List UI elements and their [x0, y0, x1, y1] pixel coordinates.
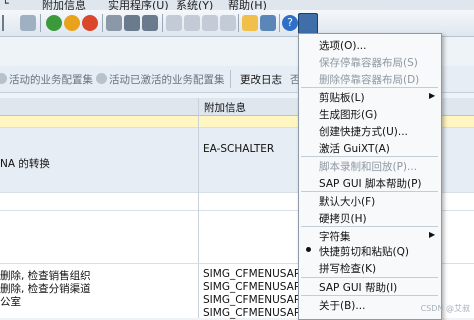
column-divider: [198, 98, 199, 318]
submenu-arrow-icon: ▶: [429, 230, 436, 239]
menu-item-script-recording: 脚本录制和回放(P)...: [319, 161, 418, 173]
customize-layout-icon[interactable]: [298, 13, 318, 35]
print-icon[interactable]: [106, 15, 122, 31]
menu-item-hardcopy[interactable]: 硬拷贝(H): [319, 211, 367, 226]
menu-item-generate-graphic[interactable]: 生成图形(G): [319, 107, 377, 122]
menu-item-delete-docking-layout: 删除停靠容器布局(D): [319, 74, 420, 86]
menu-item-quick-cut-paste[interactable]: 快捷剪切和粘贴(Q): [319, 244, 409, 259]
menu-separator: [301, 156, 438, 157]
menu-item-about[interactable]: 关于(B)...: [319, 298, 365, 313]
table-cell: SIMG_CFMENUSAPCOV: [203, 294, 298, 306]
menu-item-spell-check[interactable]: 拼写检查(K): [319, 261, 376, 276]
column-header-label: 附加信息: [204, 102, 246, 114]
toolbar-separator: [40, 14, 41, 32]
menu-separator: [301, 191, 438, 192]
save-icon[interactable]: [20, 15, 36, 31]
toolbar-separator: [238, 14, 239, 32]
menu-item-options[interactable]: 选项(O)...: [319, 38, 366, 53]
bc-set-icon: [0, 73, 7, 84]
find-icon[interactable]: [124, 15, 140, 31]
menu-separator: [301, 226, 438, 227]
create-shortcut-icon[interactable]: [260, 15, 276, 31]
find-next-icon[interactable]: [142, 15, 158, 31]
menu-item-create-shortcut[interactable]: 创建快捷方式(U)...: [319, 124, 408, 139]
toolbar-separator: [162, 14, 163, 32]
menu-item-default-size[interactable]: 默认大小(F): [319, 194, 375, 209]
change-log-button[interactable]: 更改日志: [240, 72, 282, 87]
menu-item-character-set[interactable]: 字符集: [319, 229, 351, 244]
exit-icon[interactable]: [64, 15, 80, 31]
chevron-left-icon[interactable]: [2, 15, 10, 31]
previous-page-icon[interactable]: [184, 15, 200, 31]
menu-item-save-docking-layout: 保存停靠容器布局(S): [319, 57, 418, 69]
table-cell: NA 的转换: [0, 158, 50, 170]
watermark-text: CSDN @艾叔: [420, 304, 470, 313]
back-icon[interactable]: [46, 15, 62, 31]
create-session-icon[interactable]: [242, 15, 258, 31]
column-header-left: [0, 98, 198, 116]
table-cell: SIMG_CFMENUSAPCOV: [203, 268, 298, 280]
toolbar-separator: [279, 14, 280, 32]
menu-item-activate-guixt[interactable]: 激活 GuiXT(A): [319, 141, 390, 156]
menu-item-scripting-help[interactable]: SAP GUI 脚本帮助(P): [319, 176, 422, 191]
toolbar-separator: [102, 14, 103, 32]
activated-bc-sets-label: 活动已激活的业务配置集: [109, 74, 225, 86]
next-page-icon[interactable]: [202, 15, 218, 31]
menu-item-clipboard[interactable]: 剪贴板(L): [319, 90, 365, 105]
cancel-icon[interactable]: [82, 15, 98, 31]
checked-bullet-icon: [306, 247, 311, 252]
active-bc-sets-label: 活动的业务配置集: [9, 74, 93, 86]
table-cell: EA-SCHALTER: [203, 143, 275, 155]
table-cell: SIMG_CFMENUSAPCOV: [203, 281, 298, 293]
menu-overflow-icon: └: [2, 0, 9, 10]
menu-item-sap-gui-help[interactable]: SAP GUI 帮助(I): [319, 280, 397, 295]
menu-separator: [301, 295, 438, 296]
activated-bc-sets-button[interactable]: 活动已激活的业务配置集: [96, 72, 225, 87]
first-page-icon[interactable]: [166, 15, 182, 31]
help-icon[interactable]: ?: [282, 15, 298, 31]
table-cell: SIMG_CFMENUSAPCOV: [203, 307, 298, 319]
bc-set-icon: [96, 73, 107, 84]
menu-separator: [301, 277, 438, 278]
table-cell: 公室: [0, 296, 21, 308]
last-page-icon[interactable]: [220, 15, 236, 31]
customize-layout-menu: 选项(O)... 保存停靠容器布局(S) 删除停靠容器布局(D) 剪贴板(L) …: [298, 33, 442, 320]
toolbar-separator: [230, 70, 231, 88]
submenu-arrow-icon: ▶: [429, 91, 436, 100]
menu-separator: [301, 87, 438, 88]
active-bc-sets-button[interactable]: 活动的业务配置集: [0, 72, 93, 87]
